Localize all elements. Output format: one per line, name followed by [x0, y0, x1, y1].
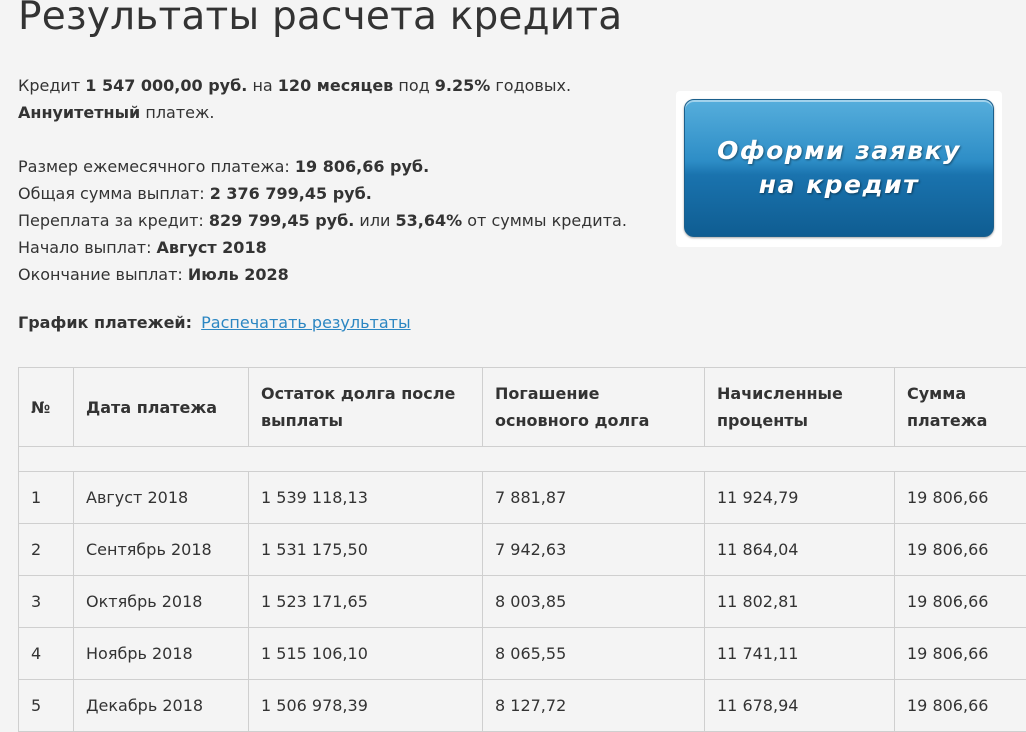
cell-interest: 11 678,94 [704, 679, 895, 732]
cell-date: Август 2018 [73, 471, 249, 524]
credit-rate: 9.25% [434, 76, 491, 95]
schedule-label: График платежей: [18, 313, 193, 332]
cell-interest: 11 864,04 [704, 523, 895, 576]
cell-date: Сентябрь 2018 [73, 523, 249, 576]
cell-balance: 1 539 118,13 [248, 471, 483, 524]
summary-gap [18, 126, 668, 153]
table-row: 2 Сентябрь 2018 1 531 175,50 7 942,63 11… [18, 523, 1026, 576]
apply-button-label: Оформи заявку на кредит [717, 136, 961, 199]
column-header-number: № [18, 367, 74, 447]
cell-date: Ноябрь 2018 [73, 627, 249, 680]
table-row: 4 Ноябрь 2018 1 515 106,10 8 065,55 11 7… [18, 627, 1026, 680]
cell-principal: 8 127,72 [482, 679, 705, 732]
summary-payment-type: Аннуитетный платеж. [18, 103, 215, 122]
column-header-principal: Погашение основного долга [482, 367, 705, 447]
table-header-row: № Дата платежа Остаток долга после выпла… [18, 367, 1026, 447]
credit-summary: Кредит 1 547 000,00 руб. на 120 месяцев … [18, 72, 668, 288]
column-header-balance: Остаток долга после выплаты [248, 367, 483, 447]
summary-start-date: Начало выплат: Август 2018 [18, 238, 267, 257]
table-row: 5 Декабрь 2018 1 506 978,39 8 127,72 11 … [18, 679, 1026, 732]
summary-credit-line: Кредит 1 547 000,00 руб. на 120 месяцев … [18, 76, 572, 95]
print-results-link[interactable]: Распечатать результаты [201, 313, 410, 332]
page-title: Результаты расчета кредита [18, 0, 623, 39]
cell-date: Октябрь 2018 [73, 575, 249, 628]
cell-payment: 19 806,66 [894, 627, 1026, 680]
table-row: 1 Август 2018 1 539 118,13 7 881,87 11 9… [18, 471, 1026, 524]
cell-payment: 19 806,66 [894, 471, 1026, 524]
cell-date: Декабрь 2018 [73, 679, 249, 732]
cell-interest: 11 741,11 [704, 627, 895, 680]
cell-payment: 19 806,66 [894, 575, 1026, 628]
cell-balance: 1 531 175,50 [248, 523, 483, 576]
cell-number: 2 [18, 523, 74, 576]
cell-principal: 7 942,63 [482, 523, 705, 576]
cell-payment: 19 806,66 [894, 679, 1026, 732]
cell-number: 3 [18, 575, 74, 628]
page: Результаты расчета кредита Кредит 1 547 … [0, 0, 1026, 732]
column-header-date: Дата платежа [73, 367, 249, 447]
apply-for-credit-button[interactable]: Оформи заявку на кредит [684, 99, 994, 237]
cell-payment: 19 806,66 [894, 523, 1026, 576]
summary-overpayment: Переплата за кредит: 829 799,45 руб. или… [18, 211, 627, 230]
column-header-interest: Начисленные проценты [704, 367, 895, 447]
credit-amount: 1 547 000,00 руб. [85, 76, 248, 95]
cell-number: 4 [18, 627, 74, 680]
summary-end-date: Окончание выплат: Июль 2028 [18, 265, 289, 284]
cell-interest: 11 802,81 [704, 575, 895, 628]
cell-principal: 8 065,55 [482, 627, 705, 680]
table-row: 3 Октябрь 2018 1 523 171,65 8 003,85 11 … [18, 575, 1026, 628]
cell-principal: 8 003,85 [482, 575, 705, 628]
table-spacer-row [18, 446, 1026, 472]
cell-balance: 1 523 171,65 [248, 575, 483, 628]
summary-total-payments: Общая сумма выплат: 2 376 799,45 руб. [18, 184, 372, 203]
summary-monthly-payment: Размер ежемесячного платежа: 19 806,66 р… [18, 157, 430, 176]
cell-interest: 11 924,79 [704, 471, 895, 524]
cell-balance: 1 515 106,10 [248, 627, 483, 680]
credit-term: 120 месяцев [277, 76, 394, 95]
schedule-header: График платежей: Распечатать результаты [18, 313, 411, 332]
cell-number: 5 [18, 679, 74, 732]
column-header-payment: Сумма платежа [894, 367, 1026, 447]
payment-schedule-table: № Дата платежа Остаток долга после выпла… [18, 367, 1026, 732]
cell-number: 1 [18, 471, 74, 524]
cell-principal: 7 881,87 [482, 471, 705, 524]
apply-banner: Оформи заявку на кредит [676, 91, 1002, 247]
cell-balance: 1 506 978,39 [248, 679, 483, 732]
